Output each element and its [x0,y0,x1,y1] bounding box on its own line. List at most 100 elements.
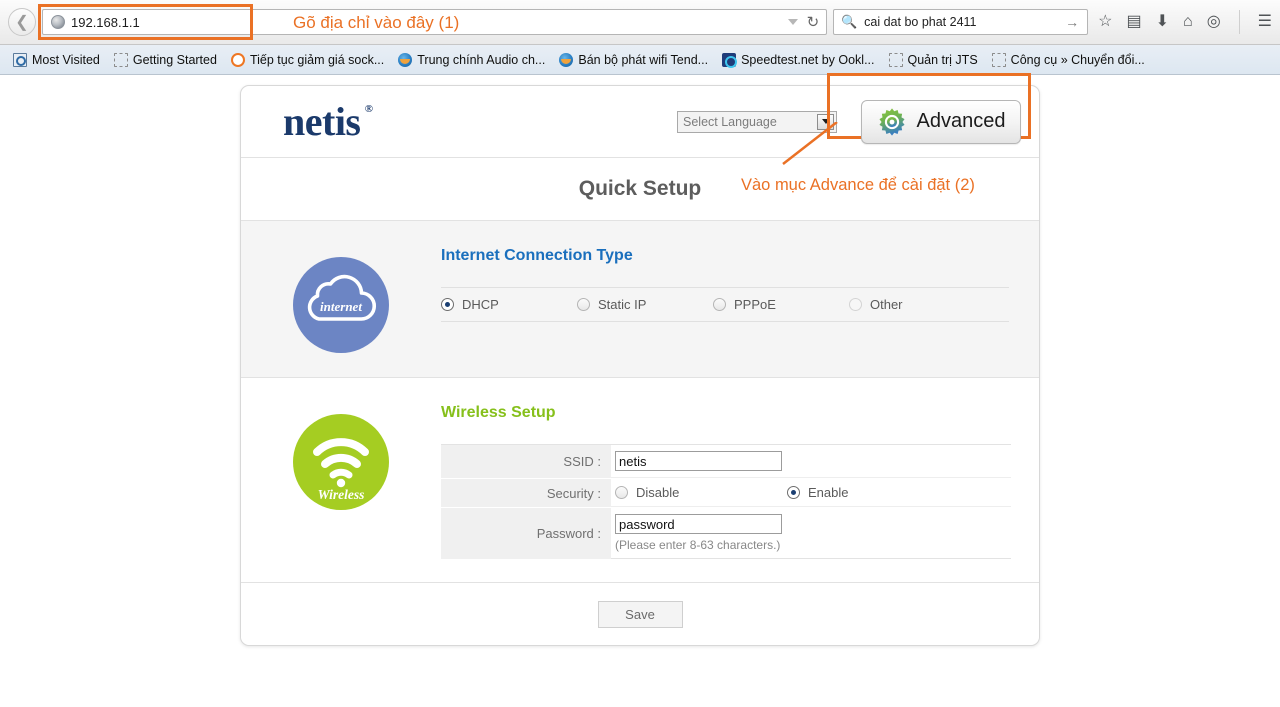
address-bar-value: 192.168.1.1 [71,14,140,30]
ssid-label: SSID : [441,445,611,478]
bookmark-label: Tiếp tục giảm giá sock... [249,52,385,67]
wireless-badge-container: Wireless [241,400,441,510]
home-icon[interactable]: ⌂ [1183,14,1193,30]
sync-icon[interactable]: ◎ [1207,14,1221,30]
radio-option-static-ip[interactable]: Static IP [577,297,713,312]
security-label: Security : [441,479,611,507]
chevron-down-icon[interactable] [787,19,798,25]
site-icon-globe [559,52,574,67]
security-row: Security : Disable Enable [441,479,1011,508]
page-viewport: netis ® Select Language Advanced Quick S… [0,72,1280,707]
search-bar[interactable]: 🔍 cai dat bo phat 2411 → [833,9,1089,35]
radio-label: Disable [636,485,680,500]
advanced-button[interactable]: Advanced [861,99,1021,144]
radio-label: DHCP [462,297,499,312]
password-value-cell: password (Please enter 8-63 characters.) [611,508,1011,559]
reading-list-icon[interactable]: ▤ [1126,14,1141,30]
radio-button-security-disable[interactable] [615,486,628,499]
password-label: Password : [441,508,611,559]
arrow-right-icon[interactable]: → [1065,14,1087,30]
bookmark-item-getting-started[interactable]: Getting Started [107,51,224,69]
reload-icon[interactable]: ↻ [807,13,820,31]
site-icon-orange [230,52,245,67]
panel-header: netis ® Select Language Advanced [241,72,1039,158]
page-title: Quick Setup [578,177,702,200]
radio-label: Other [870,297,903,312]
bookmark-blank-icon [991,52,1006,67]
bookmark-label: Getting Started [132,52,217,67]
wifi-signal-icon: Wireless [293,414,389,510]
bookmark-item-cong-cu-chuyen-doi[interactable]: Công cụ » Chuyển đổi... [985,51,1152,69]
netis-logo: netis ® [283,101,373,142]
internet-badge-container: internet [241,243,441,353]
language-select[interactable]: Select Language [677,110,837,133]
downloads-icon[interactable]: ⬇ [1156,14,1169,30]
wireless-settings-table: SSID : netis Security : Disable Enable P… [441,444,1011,559]
navigation-toolbar: ❮ 192.168.1.1 Gõ địa chỉ vào đây (1) ↻ 🔍… [0,0,1280,45]
bookmark-star-icon[interactable]: ☆ [1098,14,1112,30]
bookmark-item-quan-tri-jts[interactable]: Quản trị JTS [882,51,985,69]
radio-option-dhcp[interactable]: DHCP [441,297,577,312]
bookmark-label: Trung chính Audio ch... [417,52,546,67]
address-bar[interactable]: 192.168.1.1 Gõ địa chỉ vào đây (1) ↻ [38,4,828,40]
chevron-down-icon[interactable] [817,113,834,130]
address-bar-controls: ↻ [787,13,827,31]
internet-fields: Internet Connection Type DHCP Static IP … [441,243,1009,322]
password-hint: (Please enter 8-63 characters.) [615,538,781,552]
security-radio-group: Disable Enable [615,485,848,500]
most-visited-icon [13,52,27,67]
bookmark-blank-icon [888,52,903,67]
radio-label: Static IP [598,297,647,312]
radio-button-other[interactable] [849,298,862,311]
cloud-internet-icon: internet [293,257,389,353]
radio-button-static-ip[interactable] [577,298,590,311]
ssid-value-cell: netis [611,445,1011,478]
bookmark-item-speedtest[interactable]: Speedtest.net by Ookl... [715,51,881,69]
radio-option-pppoe[interactable]: PPPoE [713,297,849,312]
registered-mark: ® [364,102,373,115]
password-input[interactable]: password [615,514,782,534]
bookmark-label: Bán bộ phát wifi Tend... [578,52,709,67]
search-icon: 🔍 [841,14,858,29]
back-button[interactable]: ❮ [8,8,36,36]
save-row: Save [241,583,1039,645]
bookmark-item-trung-chinh-audio[interactable]: Trung chính Audio ch... [391,51,552,69]
ssid-input[interactable]: netis [615,451,782,471]
toolbar-divider [1238,10,1240,34]
browser-chrome: ❮ 192.168.1.1 Gõ địa chỉ vào đây (1) ↻ 🔍… [0,0,1280,75]
radio-option-other[interactable]: Other [849,297,903,312]
wireless-section-title: Wireless Setup [441,404,556,421]
radio-button-pppoe[interactable] [713,298,726,311]
bookmark-item-tiep-tuc-giam-gia[interactable]: Tiếp tục giảm giá sock... [224,51,391,69]
radio-button-dhcp[interactable] [441,298,454,311]
search-input-value: cai dat bo phat 2411 [864,15,977,29]
bookmark-label: Công cụ » Chuyển đổi... [1010,52,1145,67]
header-right-controls: Select Language Advanced [677,72,1031,144]
bookmarks-bar: Most Visited Getting Started Tiếp tục gi… [0,45,1280,75]
browser-toolbar-icons: ☆ ▤ ⬇ ⌂ ◎ ☰ [1098,10,1272,34]
bookmark-label: Most Visited [32,52,100,67]
wireless-fields: Wireless Setup SSID : netis Security : D… [441,400,1011,559]
radio-button-security-enable[interactable] [787,486,800,499]
save-button[interactable]: Save [597,600,683,628]
gear-icon [877,107,907,137]
getting-started-icon [113,52,128,67]
speedtest-icon [722,52,738,68]
radio-option-security-disable[interactable]: Disable [615,485,787,500]
back-arrow-icon: ❮ [15,14,29,31]
bookmark-label: Speedtest.net by Ookl... [741,52,875,67]
language-select-value: Select Language [683,114,777,129]
internet-section-title: Internet Connection Type [441,247,633,264]
quick-setup-title-bar: Quick Setup Vào mục Advance để cài đặt (… [241,122,1039,221]
router-admin-panel: netis ® Select Language Advanced Quick S… [240,72,1040,646]
radio-option-security-enable[interactable]: Enable [787,485,848,500]
address-annotation-text: Gõ địa chỉ vào đây (1) [293,13,460,32]
internet-connection-type-radio-group: DHCP Static IP PPPoE Other [441,287,1009,322]
globe-icon [51,15,65,29]
menu-hamburger-icon[interactable]: ☰ [1258,14,1272,30]
bookmark-item-most-visited[interactable]: Most Visited [6,51,107,69]
security-value-cell: Disable Enable [611,479,1011,507]
bookmark-item-ban-bo-phat-wifi[interactable]: Bán bộ phát wifi Tend... [552,51,715,69]
svg-text:Wireless: Wireless [318,487,365,502]
site-icon-globe [398,52,413,67]
